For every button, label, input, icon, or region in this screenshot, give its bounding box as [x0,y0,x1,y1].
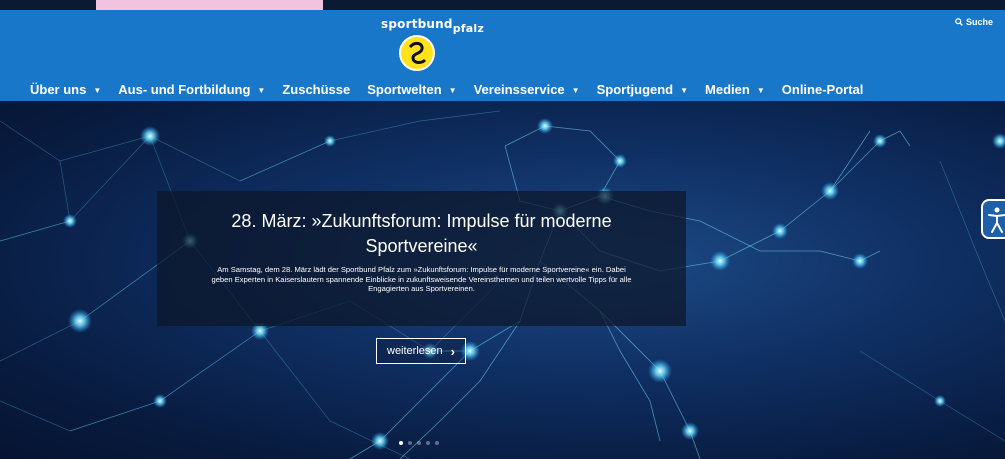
nav-item-aus-und-fortbildung[interactable]: Aus- und Fortbildung ▼ [118,82,265,97]
nav-item-online-portal[interactable]: Online-Portal [782,82,864,97]
nav-label: Vereinsservice [473,82,565,97]
logo-ball-icon [399,35,435,71]
chevron-down-icon: ▼ [571,86,580,95]
slider-dot[interactable] [435,441,439,445]
chevron-down-icon: ▼ [756,86,765,95]
accessibility-icon [988,207,1005,233]
slider-dot[interactable] [426,441,430,445]
chevron-down-icon: ▼ [257,86,266,95]
nav-label: Über uns [30,82,87,97]
slider-dot[interactable] [408,441,412,445]
nav-label: Sportjugend [596,82,674,97]
slider-dot[interactable] [417,441,421,445]
nav-item-sportjugend[interactable]: Sportjugend ▼ [597,82,688,97]
slide-text: Am Samstag, dem 28. März lädt der Sportb… [173,265,670,294]
slider-pagination [399,441,439,445]
nav-item-zuschuesse[interactable]: Zuschüsse [282,82,350,97]
readmore-label: weiterlesen [387,345,443,357]
logo-brand: sportbund [381,17,453,31]
slide-text-line-3: Engagierten aus Sportvereinen. [368,284,475,293]
chevron-down-icon: ▼ [448,86,457,95]
slider-dot[interactable] [399,441,403,445]
slide-text-line-2: geben Experten in Kaiserslautern spannen… [211,274,632,284]
slide-title-line-1: 28. März: »Zukunftsforum: Impulse für mo… [231,211,612,231]
chevron-right-icon: › [450,343,455,359]
logo-sub: pfalz [452,22,484,35]
main-nav: Über uns ▼ Aus- und Fortbildung ▼ Zuschüss… [30,82,880,97]
slide-text-line-1: Am Samstag, dem 28. März lädt der Sportb… [217,265,626,274]
slide-caption: 28. März: »Zukunftsforum: Impulse für mo… [157,191,686,326]
nav-label: Sportwelten [367,82,442,97]
logo-text: sportbundpfalz [381,17,484,35]
site-header: sportbundpfalz Suche Über uns ▼ Aus- und … [0,10,1005,101]
slide-title-line-2: Sportvereine« [365,236,478,256]
sportbund-pfalz-logo[interactable]: sportbundpfalz [381,15,484,75]
slide-title[interactable]: 28. März: »Zukunftsforum: Impulse für mo… [157,209,686,259]
nav-label: Medien [705,82,750,97]
nav-label: Zuschüsse [282,82,351,97]
nav-label: Online-Portal [781,82,864,97]
search-button[interactable]: Suche [955,17,993,27]
nav-item-ueber-uns[interactable]: Über uns ▼ [30,82,101,97]
search-label: Suche [965,17,993,27]
chevron-down-icon: ▼ [93,86,102,95]
hero-slider: 28. März: »Zukunftsforum: Impulse für mo… [0,101,1005,459]
accessibility-button[interactable] [981,199,1005,239]
nav-label: Aus- und Fortbildung [118,82,251,97]
nav-item-sportwelten[interactable]: Sportwelten ▼ [367,82,456,97]
search-icon [955,18,963,26]
nav-item-medien[interactable]: Medien ▼ [705,82,765,97]
chevron-down-icon: ▼ [680,86,689,95]
nav-item-vereinsservice[interactable]: Vereinsservice ▼ [474,82,580,97]
readmore-button[interactable]: weiterlesen › [376,338,466,364]
top-pink-block [96,0,323,10]
